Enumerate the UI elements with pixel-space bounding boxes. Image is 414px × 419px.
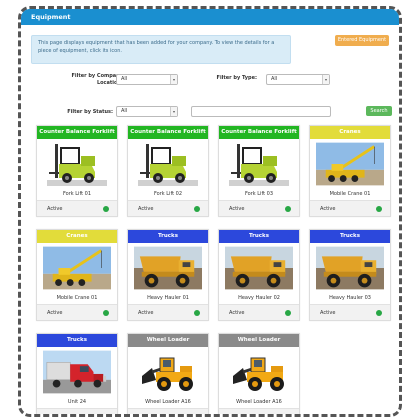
crane-image[interactable] <box>43 246 111 290</box>
equipment-card[interactable]: Cranes Mobile Crane 01 Active <box>36 229 118 321</box>
company-location-label: Filter by Company Location: <box>71 73 124 86</box>
card-category: Cranes <box>37 230 117 243</box>
status-text: Active <box>229 413 245 417</box>
info-message: This page displays equipment that has be… <box>31 35 291 64</box>
equipment-card[interactable]: Counter Balance Forklift Fork Lift 02 Act… <box>127 125 209 217</box>
equipment-card[interactable]: Trucks Heavy Hauler 02 Active <box>218 229 300 321</box>
equipment-card[interactable]: Trucks Heavy Hauler 03 Active <box>309 229 391 321</box>
search-input[interactable] <box>191 106 331 117</box>
card-category: Trucks <box>219 230 299 243</box>
equipment-card[interactable]: Wheel Loader Wheel Loader A16 Active <box>127 333 209 417</box>
status-text: Active <box>229 205 245 212</box>
status-text: Active <box>138 309 154 316</box>
card-name: Fork Lift 03 <box>244 191 274 197</box>
status-dot-icon <box>103 205 109 212</box>
dump-truck-image[interactable] <box>225 246 293 290</box>
status-dot-icon <box>376 205 382 212</box>
equipment-card[interactable]: Trucks Unit 24 Active <box>36 333 118 417</box>
status-text: Active <box>47 309 63 316</box>
status-text: Active <box>47 205 63 212</box>
status-select[interactable]: All ▾ <box>116 106 178 117</box>
card-category: Trucks <box>128 230 208 243</box>
card-name: Heavy Hauler 01 <box>147 295 189 301</box>
card-footer: Active <box>219 304 299 320</box>
equipment-card[interactable]: Trucks Heavy Hauler 01 Active <box>127 229 209 321</box>
card-category: Counter Balance Forklift <box>37 126 117 139</box>
card-name: Wheel Loader A16 <box>145 399 191 405</box>
card-name: Unit 24 <box>67 399 87 405</box>
status-dot-icon <box>194 309 200 316</box>
card-category: Wheel Loader <box>219 334 299 347</box>
equipment-card[interactable]: Cranes Mobile Crane 01 Active <box>309 125 391 217</box>
dump-truck-image[interactable] <box>316 246 384 290</box>
equipment-card[interactable]: Counter Balance Forklift Fork Lift 03 Act… <box>218 125 300 217</box>
panel-header: Equipment <box>21 9 399 25</box>
status-text: Active <box>47 413 63 417</box>
card-footer: Active <box>37 408 117 417</box>
search-button[interactable]: Search <box>366 106 392 116</box>
card-footer: Active <box>128 200 208 216</box>
status-text: Active <box>320 205 336 212</box>
status-text: Active <box>138 205 154 212</box>
card-name: Heavy Hauler 03 <box>329 295 371 301</box>
status-label: Filter by Status: <box>67 109 113 115</box>
card-category: Counter Balance Forklift <box>219 126 299 139</box>
card-footer: Active <box>128 408 208 417</box>
card-name: Mobile Crane 01 <box>329 191 371 197</box>
status-dot-icon <box>376 309 382 316</box>
forklift-image[interactable] <box>43 142 111 186</box>
type-label: Filter by Type: <box>216 75 257 81</box>
status-text: Active <box>229 309 245 316</box>
wheel-loader-image[interactable] <box>134 350 202 394</box>
card-footer: Active <box>219 200 299 216</box>
company-location-select[interactable]: All ▾ <box>116 74 178 85</box>
card-category: Trucks <box>37 334 117 347</box>
status-dot-icon <box>285 205 291 212</box>
equipment-card[interactable]: Wheel Loader Wheel Loader A16 Active <box>218 333 300 417</box>
card-name: Heavy Hauler 02 <box>238 295 280 301</box>
status-dot-icon <box>103 413 109 414</box>
panel-content: This page displays equipment that has be… <box>21 25 399 414</box>
chevron-down-icon: ▾ <box>322 75 329 84</box>
card-name: Wheel Loader A16 <box>236 399 282 405</box>
card-category: Trucks <box>310 230 390 243</box>
card-name: Fork Lift 01 <box>62 191 92 197</box>
dump-truck-image[interactable] <box>134 246 202 290</box>
status-value: All <box>121 108 128 114</box>
equipment-card[interactable]: Counter Balance Forklift Fork Lift 01 Act… <box>36 125 118 217</box>
card-footer: Active <box>310 304 390 320</box>
company-location-value: All <box>121 76 128 82</box>
card-footer: Active <box>219 408 299 417</box>
semi-truck-image[interactable] <box>43 350 111 394</box>
card-category: Counter Balance Forklift <box>128 126 208 139</box>
crane-image[interactable] <box>316 142 384 186</box>
entered-equipment-button[interactable]: Entered Equipment <box>335 35 389 46</box>
status-dot-icon <box>103 309 109 316</box>
forklift-image[interactable] <box>225 142 293 186</box>
status-dot-icon <box>285 309 291 316</box>
status-text: Active <box>138 413 154 417</box>
equipment-grid: Counter Balance Forklift Fork Lift 01 Act… <box>36 125 396 417</box>
type-value: All <box>271 76 278 82</box>
card-category: Cranes <box>310 126 390 139</box>
forklift-image[interactable] <box>134 142 202 186</box>
status-text: Active <box>320 309 336 316</box>
card-category: Wheel Loader <box>128 334 208 347</box>
card-footer: Active <box>37 304 117 320</box>
card-name: Fork Lift 02 <box>153 191 183 197</box>
card-footer: Active <box>310 200 390 216</box>
chevron-down-icon: ▾ <box>170 107 177 116</box>
type-select[interactable]: All ▾ <box>266 74 330 85</box>
card-footer: Active <box>128 304 208 320</box>
status-dot-icon <box>194 413 200 414</box>
equipment-panel: Equipment This page displays equipment t… <box>18 6 402 417</box>
status-dot-icon <box>194 205 200 212</box>
card-name: Mobile Crane 01 <box>56 295 98 301</box>
status-dot-icon <box>285 413 291 414</box>
wheel-loader-image[interactable] <box>225 350 293 394</box>
card-footer: Active <box>37 200 117 216</box>
chevron-down-icon: ▾ <box>170 75 177 84</box>
